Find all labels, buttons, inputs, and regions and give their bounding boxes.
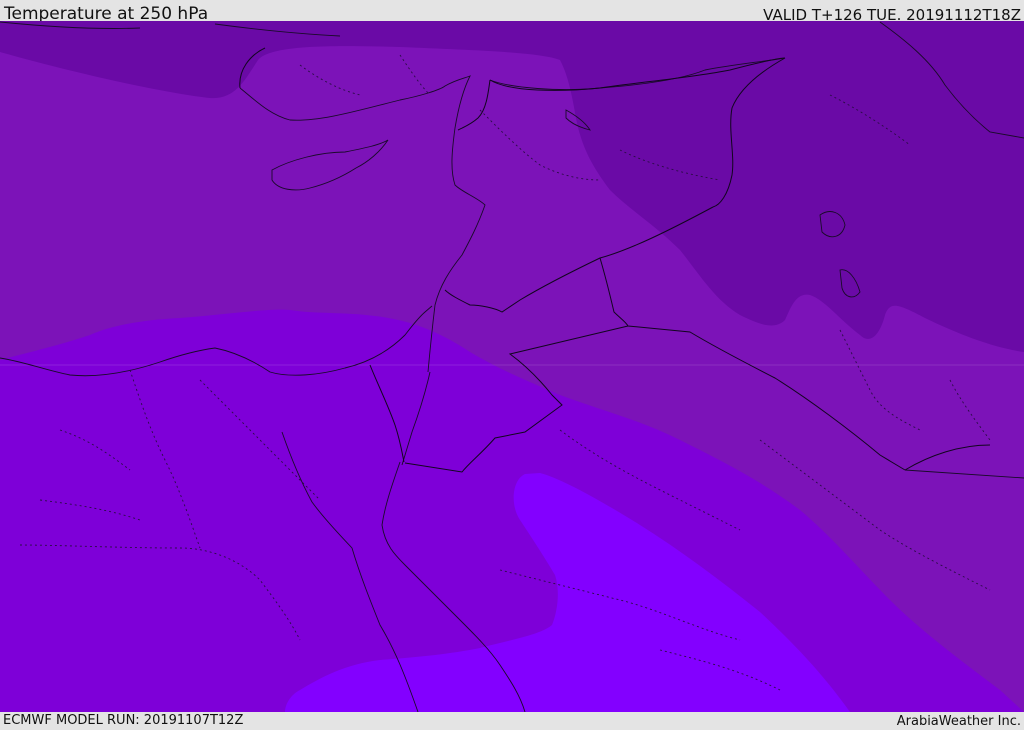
footer-bar: ECMWF MODEL RUN: 20191107T12Z ArabiaWeat…: [0, 712, 1024, 729]
map-canvas[interactable]: [0, 21, 1024, 712]
credit-label: ArabiaWeather Inc.: [896, 714, 1021, 729]
header-bar: Temperature at 250 hPa VALID T+126 TUE. …: [0, 0, 1024, 24]
model-run-label: ECMWF MODEL RUN: 20191107T12Z: [3, 713, 244, 728]
